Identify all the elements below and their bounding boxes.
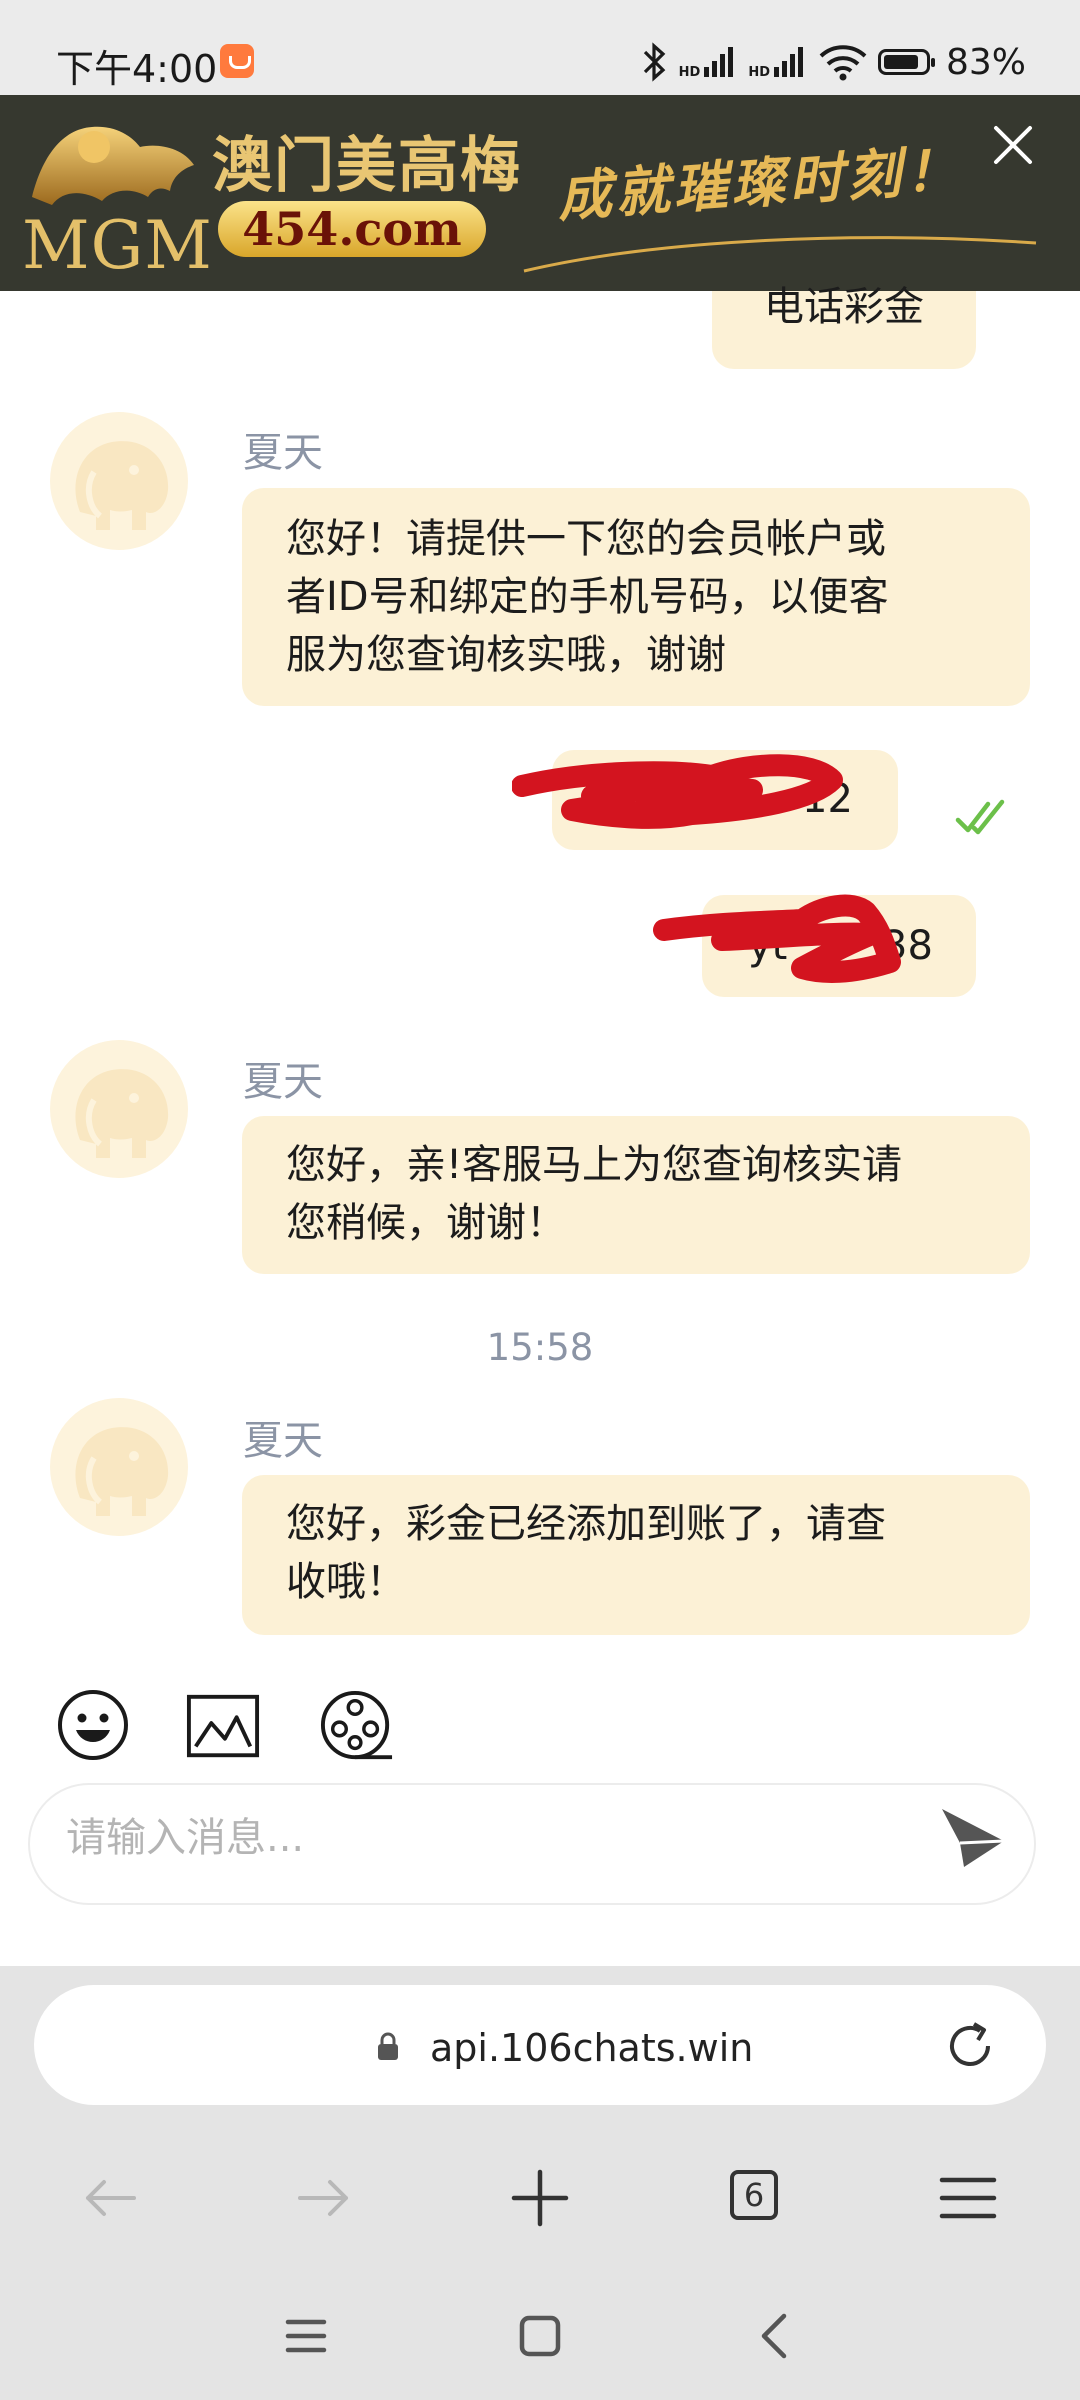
message-bubble-partial: 电话彩金 [712, 284, 976, 369]
battery-percent: 83% [945, 41, 1026, 83]
message-text: 电话彩金 [764, 284, 924, 330]
message-text-end: 38 [882, 923, 933, 969]
wifi-icon [819, 45, 867, 81]
message-bubble: 您好！请提供一下您的会员帐户或 者ID号和绑定的手机号码，以便客 服为您查询核实… [242, 488, 1030, 706]
message-line: 收哦！ [286, 1559, 406, 1605]
brand-name-cn: 澳门美高梅 [212, 131, 522, 201]
reload-icon[interactable] [942, 2018, 998, 2074]
sender-name: 夏天 [243, 1418, 323, 1464]
message-text-start: 13 [598, 776, 649, 822]
elephant-icon [75, 1427, 169, 1516]
send-icon[interactable] [938, 1805, 1008, 1871]
outgoing-message-bubble: 13 12 [552, 750, 898, 850]
signal-1-label: HD [678, 65, 701, 80]
system-back-icon[interactable] [752, 2312, 796, 2360]
signal-2-label: HD [748, 65, 770, 80]
brand-name: MGM [22, 207, 213, 284]
message-input[interactable] [66, 1815, 866, 1861]
bluetooth-icon [643, 42, 665, 82]
message-line: 您好，彩金已经添加到账了，请查 [286, 1501, 886, 1547]
new-tab-plus-icon[interactable] [508, 2166, 572, 2230]
tab-count-button[interactable]: 6 [730, 2170, 778, 2220]
emoji-icon[interactable] [56, 1688, 130, 1762]
forward-arrow-icon[interactable] [292, 2166, 356, 2230]
outgoing-message-bubble: yt 38 [702, 895, 976, 997]
video-reel-icon[interactable] [320, 1690, 394, 1764]
sender-name: 夏天 [243, 1059, 323, 1105]
url-text[interactable]: api.106chats.win [430, 2026, 753, 2070]
tab-count: 6 [743, 2176, 765, 2214]
message-line: 服为您查询核实哦，谢谢 [286, 632, 726, 678]
ad-banner[interactable]: MGM 澳门美高梅 454.com 成就璀璨时刻！ [0, 95, 1080, 291]
brand-domain: 454.com [218, 201, 486, 257]
signal-1-icon: HD [679, 45, 739, 79]
message-line: 您好！请提供一下您的会员帐户或 [286, 516, 886, 562]
elephant-icon [75, 1069, 169, 1158]
message-text-end: 12 [802, 776, 853, 822]
message-bubble: 您好，亲!客服马上为您查询核实请 您稍候，谢谢！ [242, 1116, 1030, 1274]
signal-2-icon: HD [748, 45, 808, 79]
message-line: 您稍候，谢谢！ [286, 1200, 566, 1246]
avatar[interactable] [50, 1398, 188, 1536]
sender-name: 夏天 [243, 430, 323, 476]
message-text-start: yt [748, 923, 788, 969]
message-line: 者ID号和绑定的手机号码，以便客 [286, 574, 889, 620]
home-icon[interactable] [518, 2314, 562, 2358]
message-line: 您好，亲!客服马上为您查询核实请 [286, 1142, 903, 1188]
chat-timestamp: 15:58 [486, 1326, 594, 1369]
notification-app-icon [220, 44, 254, 78]
recent-apps-icon[interactable] [284, 2314, 328, 2358]
banner-slogan: 成就璀璨时刻！ [555, 136, 965, 230]
lion-logo-icon [32, 126, 194, 205]
image-icon[interactable] [186, 1690, 260, 1764]
lock-icon [378, 2032, 398, 2060]
status-bar: 下午4:00 HD HD 83% [0, 0, 1080, 95]
status-time: 下午4:00 [56, 47, 218, 91]
battery-icon [877, 49, 935, 75]
read-receipt-icon [955, 799, 1005, 835]
status-icons: HD HD 83% [639, 40, 1026, 84]
avatar[interactable] [50, 412, 188, 550]
avatar[interactable] [50, 1040, 188, 1178]
back-arrow-icon[interactable] [78, 2166, 142, 2230]
banner-swoosh [523, 236, 1037, 273]
elephant-icon [75, 441, 169, 530]
close-icon[interactable] [988, 120, 1038, 170]
menu-icon[interactable] [936, 2166, 1000, 2230]
message-bubble: 您好，彩金已经添加到账了，请查 收哦！ [242, 1475, 1030, 1635]
